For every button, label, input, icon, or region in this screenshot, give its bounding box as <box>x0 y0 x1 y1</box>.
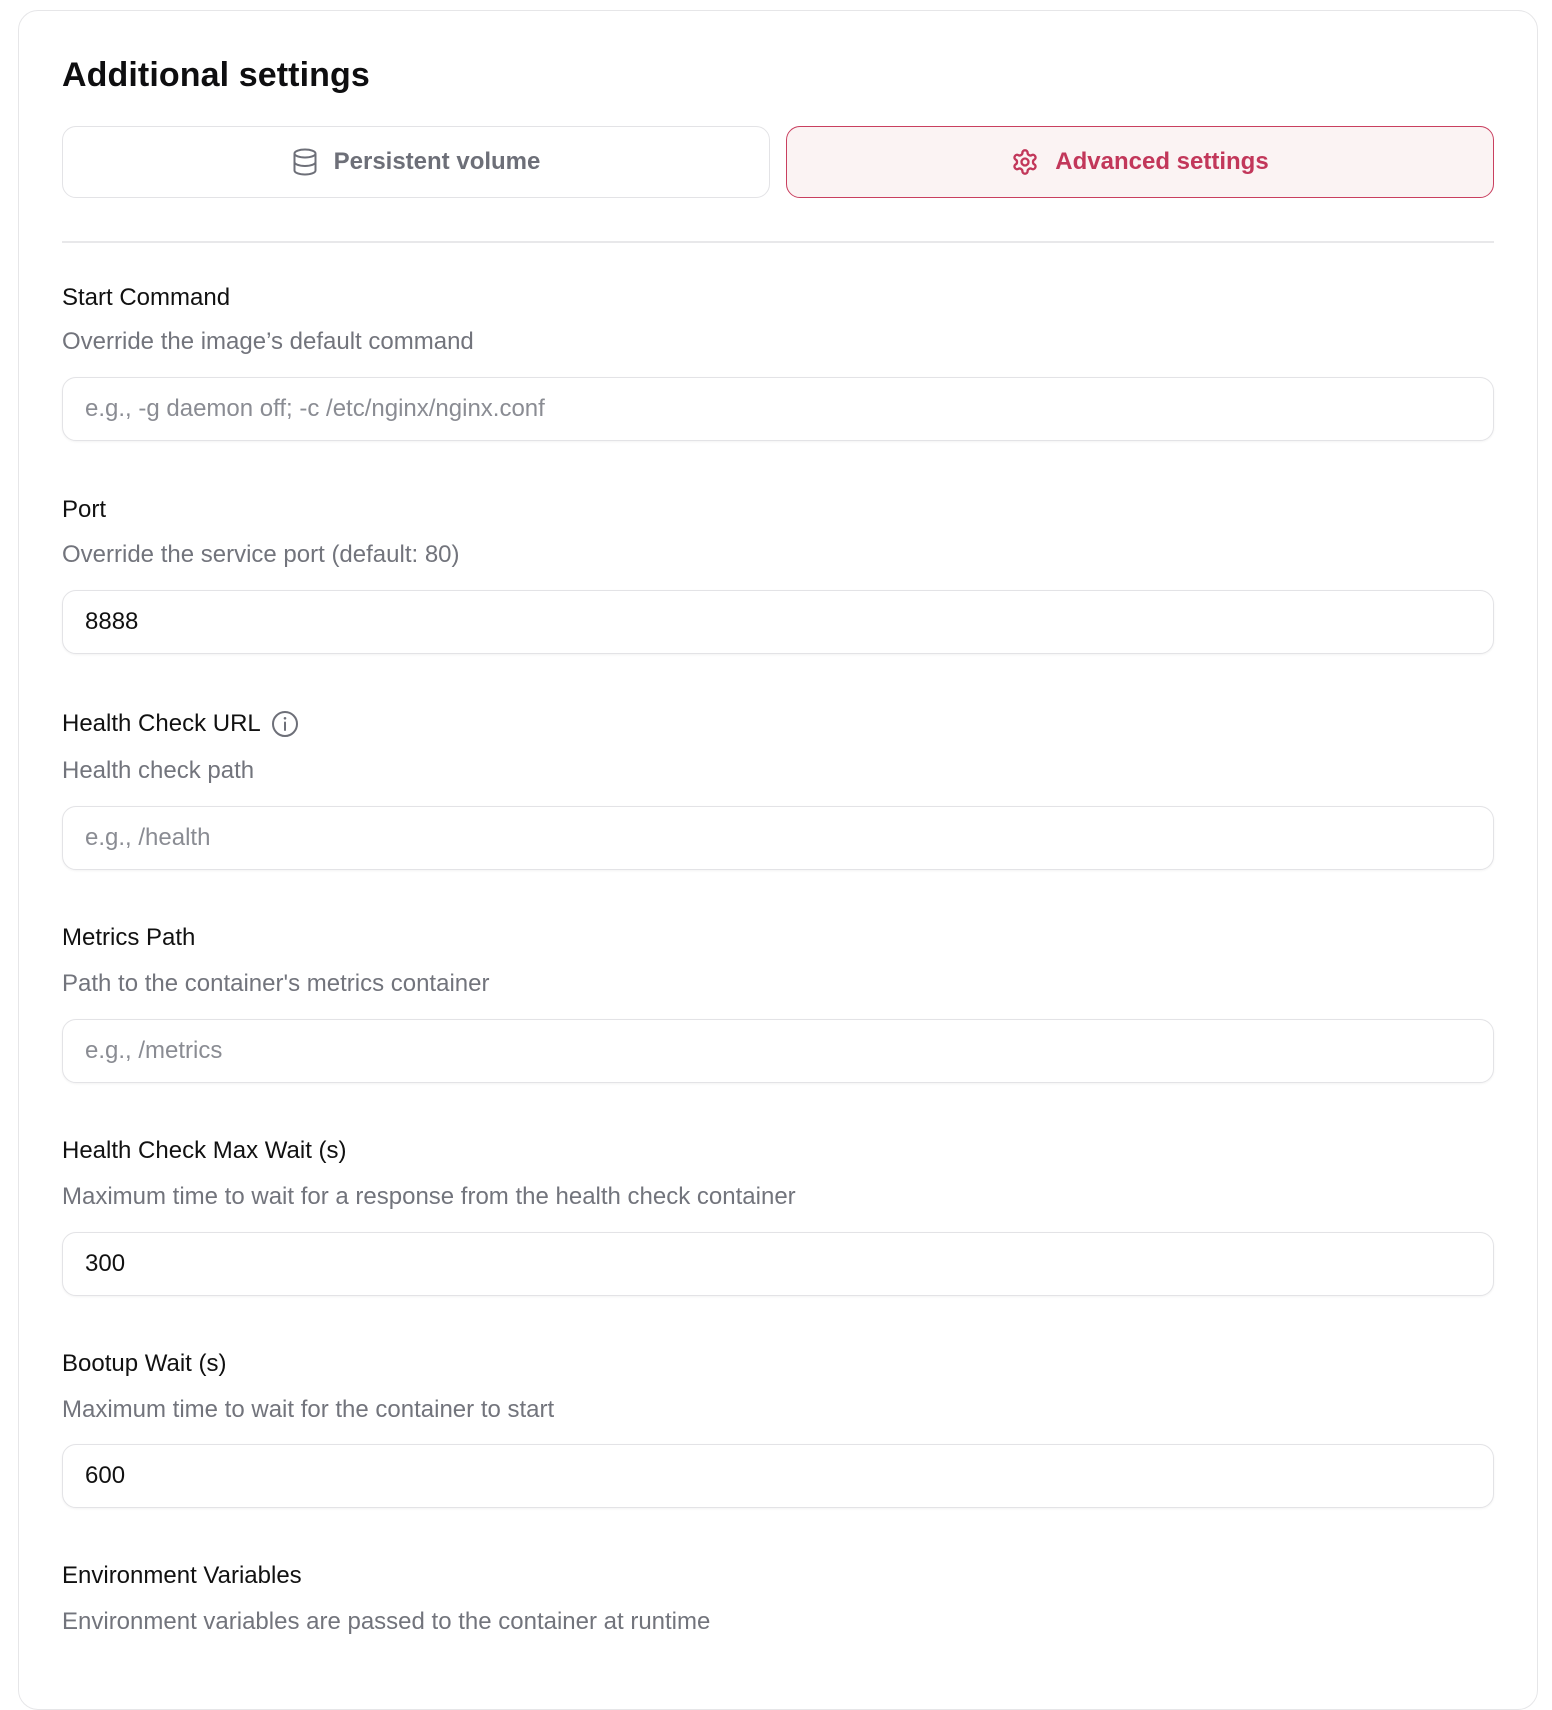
info-icon[interactable] <box>271 710 299 738</box>
health-check-max-wait-input[interactable] <box>62 1232 1494 1296</box>
port-label-text: Port <box>62 496 107 523</box>
metrics-path-description: Path to the container's metrics containe… <box>62 970 490 997</box>
tab-advanced-settings[interactable]: Advanced settings <box>786 126 1494 198</box>
health-check-url-label-text: Health Check URL <box>62 710 261 737</box>
start-command-label-text: Start Command <box>62 284 231 311</box>
bootup-wait-description: Maximum time to wait for the container t… <box>62 1396 555 1423</box>
port-input[interactable] <box>62 590 1494 654</box>
metrics-path-label: Metrics Path <box>62 924 195 952</box>
port-label: Port <box>62 496 106 524</box>
environment-variables-description: Environment variables are passed to the … <box>62 1608 711 1635</box>
bootup-wait-input[interactable] <box>62 1444 1494 1508</box>
tab-advanced-settings-label: Advanced settings <box>1055 148 1269 175</box>
environment-variables-label: Environment Variables <box>62 1562 302 1590</box>
health-check-url-description: Health check path <box>62 757 255 784</box>
start-command-description: Override the image’s default command <box>62 328 474 355</box>
start-command-input[interactable] <box>62 377 1494 441</box>
environment-variables-label-text: Environment Variables <box>62 1562 302 1589</box>
tab-persistent-volume[interactable]: Persistent volume <box>62 126 770 198</box>
gear-icon <box>1011 148 1039 176</box>
metrics-path-input[interactable] <box>62 1019 1494 1083</box>
bootup-wait-label: Bootup Wait (s) <box>62 1350 227 1378</box>
health-check-url-input[interactable] <box>62 806 1494 870</box>
section-divider <box>62 241 1494 243</box>
port-description: Override the service port (default: 80) <box>62 541 460 568</box>
metrics-path-label-text: Metrics Path <box>62 924 196 951</box>
health-check-max-wait-label-text: Health Check Max Wait (s) <box>62 1137 347 1164</box>
section-title: Additional settings <box>62 56 370 94</box>
tab-persistent-volume-label: Persistent volume <box>333 148 541 175</box>
health-check-max-wait-label: Health Check Max Wait (s) <box>62 1137 347 1165</box>
health-check-url-label: Health Check URL <box>62 710 299 738</box>
health-check-max-wait-description: Maximum time to wait for a response from… <box>62 1183 796 1210</box>
database-icon <box>292 148 318 176</box>
bootup-wait-label-text: Bootup Wait (s) <box>62 1350 227 1377</box>
start-command-label: Start Command <box>62 284 230 312</box>
